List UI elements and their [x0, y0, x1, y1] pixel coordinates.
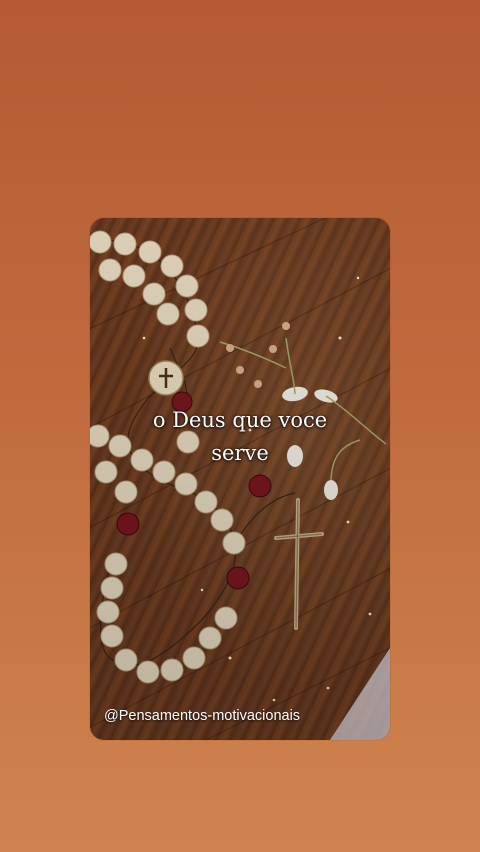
author-handle[interactable]: @Pensamentos-motivacionais: [104, 708, 300, 724]
caption-line-1: o Deus que voce: [152, 408, 328, 432]
story-caption: o Deus que voce serve: [90, 404, 390, 470]
rosary-icon: [90, 218, 390, 740]
story-card[interactable]: o Deus que voce serve @Pensamentos-motiv…: [90, 218, 390, 740]
caption-line-2: serve: [211, 441, 269, 465]
